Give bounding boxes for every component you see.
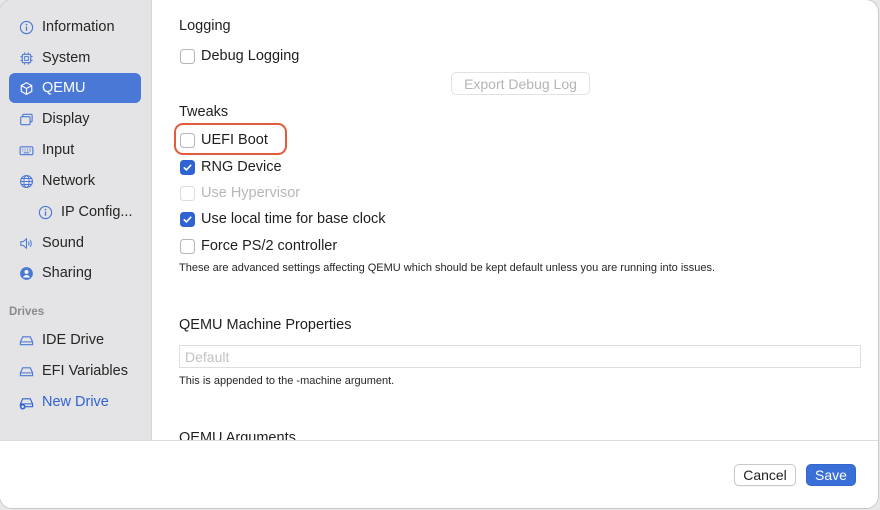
cube-icon: [18, 80, 34, 96]
checkbox-label: Force PS/2 controller: [201, 238, 338, 254]
sidebar-item-label: Information: [42, 19, 115, 35]
sidebar-item-label: Display: [42, 111, 90, 127]
sidebar-item-sound[interactable]: Sound: [9, 228, 141, 258]
tweaks-heading: Tweaks: [179, 104, 229, 120]
sidebar-item-qemu[interactable]: QEMU: [9, 73, 141, 103]
debug-logging-checkbox[interactable]: Debug Logging: [180, 46, 299, 66]
drive-icon: [18, 332, 34, 348]
checkbox-label: Debug Logging: [201, 48, 300, 64]
uefi-boot-checkbox[interactable]: UEFI Boot: [180, 130, 268, 150]
drive-add-icon: [18, 394, 34, 410]
use-local-time-checkbox[interactable]: Use local time for base clock: [180, 209, 386, 229]
display-icon: [18, 111, 34, 127]
sidebar-item-input[interactable]: Input: [9, 135, 141, 165]
save-button[interactable]: Save: [806, 464, 856, 486]
checkbox-box[interactable]: [180, 238, 195, 254]
checkbox-label: Use Hypervisor: [201, 185, 301, 201]
export-debug-log-button[interactable]: Export Debug Log: [451, 72, 590, 95]
sidebar-item-label: New Drive: [42, 394, 109, 410]
checkbox-label: Use local time for base clock: [201, 211, 386, 227]
checkbox-box[interactable]: [180, 211, 195, 227]
drive-icon: [18, 363, 34, 379]
checkbox-box: [180, 185, 195, 201]
sidebar-item-label: EFI Variables: [42, 363, 128, 379]
sidebar-item-label: IP Config...: [61, 204, 133, 220]
checkmark-icon: [183, 215, 192, 223]
tweaks-note: These are advanced settings affecting QE…: [179, 262, 716, 274]
sidebar-item-label: QEMU: [42, 80, 86, 96]
sidebar-item-label: Input: [42, 142, 75, 158]
sidebar-item-label: Sharing: [42, 265, 92, 281]
globe-icon: [18, 173, 34, 189]
sidebar-item-new-drive[interactable]: New Drive: [9, 387, 141, 417]
info-circle-icon: [37, 204, 53, 220]
info-circle-icon: [18, 19, 34, 35]
qemu-arguments-heading: QEMU Arguments: [179, 430, 296, 440]
checkbox-box[interactable]: [180, 159, 195, 175]
settings-window: Information System QEMU Display Input Ne…: [0, 0, 878, 508]
sidebar-item-information[interactable]: Information: [9, 12, 141, 42]
sidebar-item-display[interactable]: Display: [9, 104, 141, 134]
chip-icon: [18, 50, 34, 66]
use-hypervisor-checkbox: Use Hypervisor: [180, 183, 300, 203]
machine-properties-input[interactable]: [179, 345, 861, 368]
sidebar-item-network[interactable]: Network: [9, 166, 141, 196]
sidebar: Information System QEMU Display Input Ne…: [0, 0, 152, 440]
machine-properties-note: This is appended to the -machine argumen…: [179, 375, 395, 387]
checkbox-box[interactable]: [180, 132, 195, 148]
footer-bar: Cancel Save: [0, 440, 878, 508]
rng-device-checkbox[interactable]: RNG Device: [180, 157, 282, 177]
checkbox-box[interactable]: [180, 48, 195, 64]
checkbox-label: RNG Device: [201, 159, 282, 175]
sidebar-item-label: System: [42, 50, 91, 66]
logging-heading: Logging: [179, 18, 231, 34]
sidebar-item-label: IDE Drive: [42, 332, 105, 348]
machine-properties-heading: QEMU Machine Properties: [179, 317, 352, 333]
sidebar-item-ip-config[interactable]: IP Config...: [9, 197, 141, 227]
keyboard-icon: [18, 142, 34, 158]
speaker-icon: [18, 235, 34, 251]
sidebar-item-system[interactable]: System: [9, 43, 141, 73]
sidebar-section-drives: Drives: [9, 306, 45, 318]
checkbox-label: UEFI Boot: [201, 132, 268, 148]
checkmark-icon: [183, 163, 192, 171]
cancel-button[interactable]: Cancel: [734, 464, 796, 486]
person-circle-icon: [18, 265, 34, 281]
sidebar-item-ide-drive[interactable]: IDE Drive: [9, 325, 141, 355]
sidebar-item-sharing[interactable]: Sharing: [9, 258, 141, 288]
force-ps2-checkbox[interactable]: Force PS/2 controller: [180, 236, 337, 256]
sidebar-item-label: Sound: [42, 235, 84, 251]
qemu-settings-panel: Logging Debug Logging Export Debug Log T…: [153, 0, 878, 440]
sidebar-item-label: Network: [42, 173, 96, 189]
sidebar-item-efi-variables[interactable]: EFI Variables: [9, 356, 141, 386]
